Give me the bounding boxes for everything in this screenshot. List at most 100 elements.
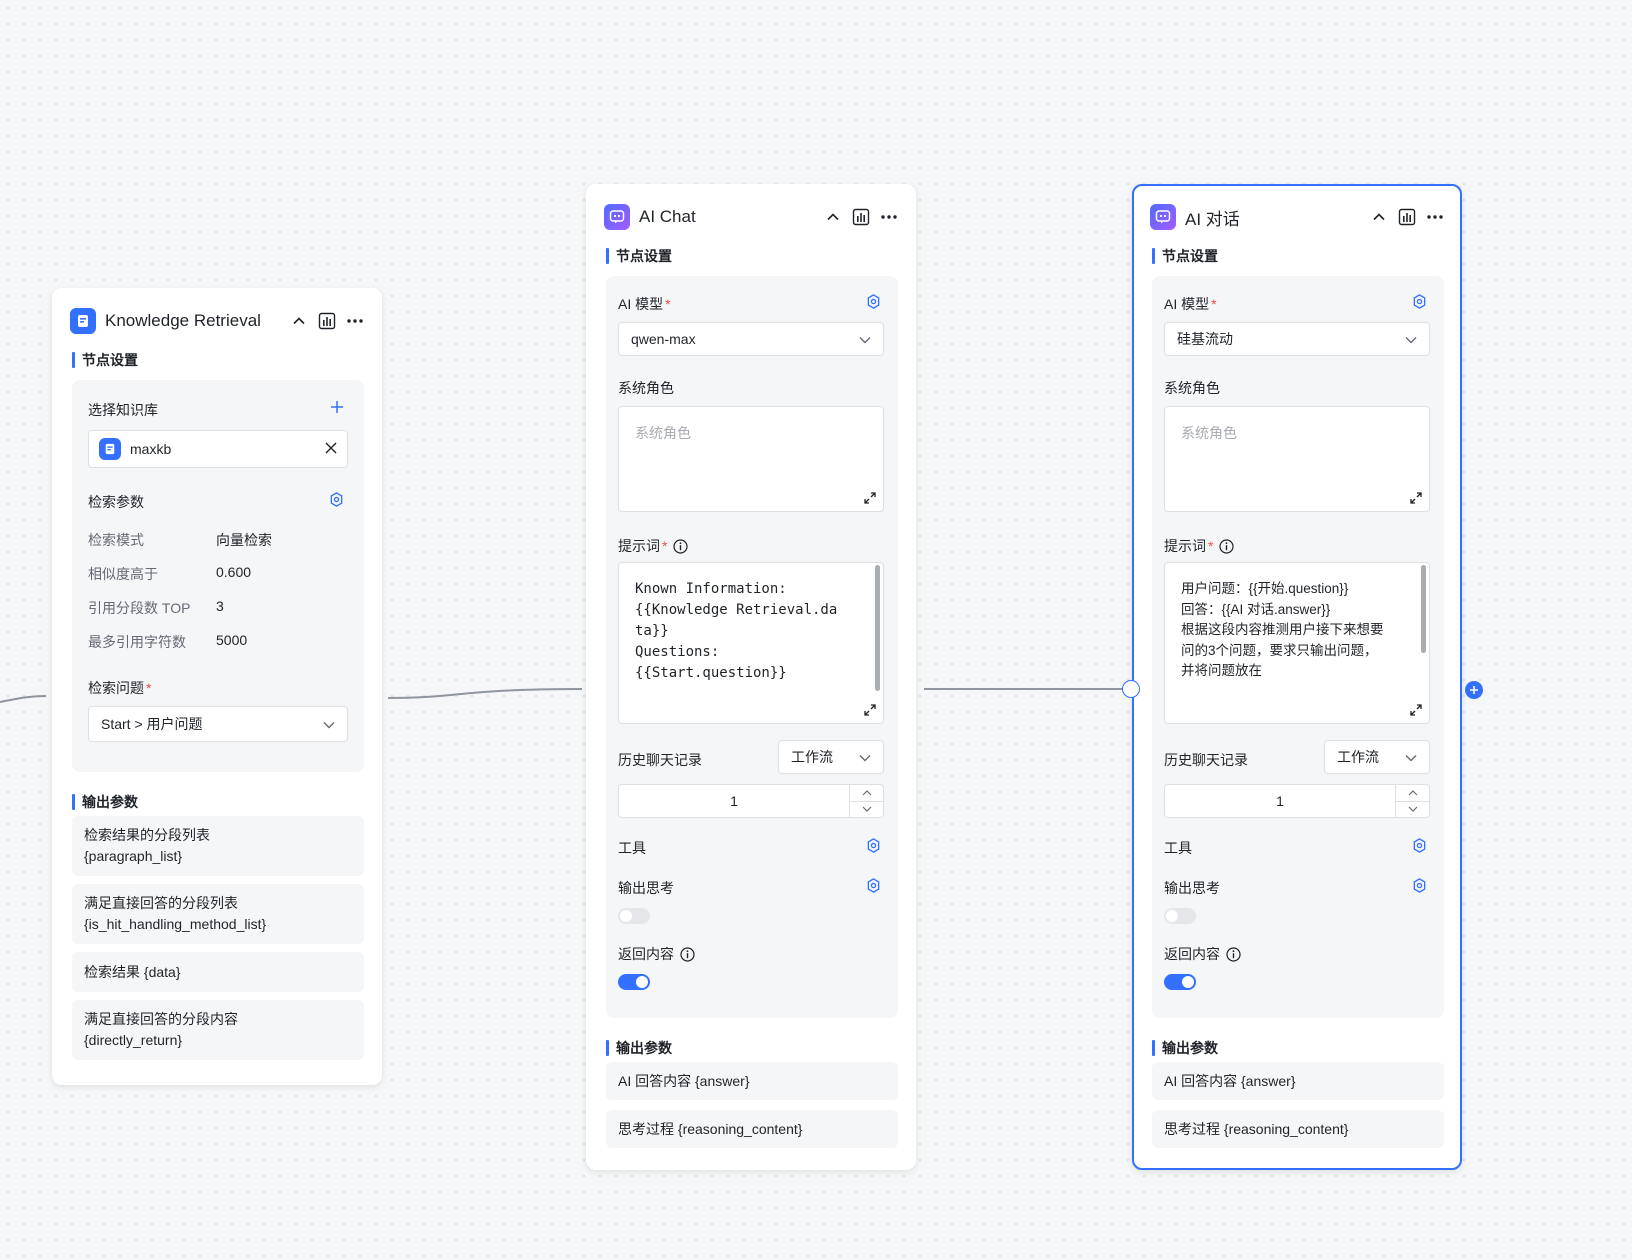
output-item: AI 回答内容 {answer}: [606, 1062, 898, 1100]
node-title: AI 对话: [1185, 209, 1240, 229]
node-header: AI Chat: [604, 202, 898, 232]
tools-settings-gear-icon[interactable]: [1412, 838, 1427, 858]
edge-kr-to-ai-chat[interactable]: [387, 688, 583, 699]
ai-model-value: qwen-max: [631, 331, 696, 347]
ai-dialog-node[interactable]: AI 对话 节点设置 AI 模型 * 硅基流动 系统角色 系统角色 提示词 * 用户…: [1132, 184, 1462, 1170]
ai-model-select[interactable]: qwen-max: [618, 322, 884, 356]
prompt-label: 提示词 *: [1164, 536, 1235, 556]
history-count-stepper[interactable]: 1: [1164, 784, 1430, 818]
more-options-icon[interactable]: [880, 208, 898, 226]
node-settings-title: 节点设置: [1152, 248, 1218, 264]
expand-icon[interactable]: [1409, 703, 1423, 717]
output-params-title: 输出参数: [1152, 1040, 1218, 1056]
edge-start-to-kr: [0, 695, 47, 703]
info-icon[interactable]: [1226, 946, 1241, 962]
expand-icon[interactable]: [863, 703, 877, 717]
tools-label: 工具: [1164, 840, 1192, 856]
output-item: 满足直接回答的分段列表 {is_hit_handling_method_list}: [72, 884, 364, 944]
return-content-toggle[interactable]: [1164, 974, 1196, 990]
settings-gear-icon[interactable]: [329, 492, 344, 512]
node-settings-panel: AI 模型 * qwen-max 系统角色 系统角色 提示词 * Known Inf…: [606, 276, 898, 1018]
return-content-toggle[interactable]: [618, 974, 650, 990]
knowledge-base-name: maxkb: [130, 441, 172, 457]
ai-model-label: AI 模型 *: [618, 296, 671, 312]
history-mode-select[interactable]: 工作流: [778, 740, 884, 774]
ai-chat-icon: [604, 204, 630, 230]
execution-details-icon[interactable]: [1398, 208, 1416, 226]
history-count-stepper[interactable]: 1: [618, 784, 884, 818]
history-label: 历史聊天记录: [1164, 752, 1248, 768]
reasoning-toggle[interactable]: [618, 908, 650, 924]
node-settings-panel: 选择知识库 maxkb 检索参数 检索模式 向量检索 相似度高于 0.600 引用分…: [72, 380, 364, 772]
reasoning-toggle[interactable]: [1164, 908, 1196, 924]
model-settings-gear-icon[interactable]: [1412, 294, 1427, 314]
system-role-input[interactable]: 系统角色: [618, 406, 884, 512]
system-role-label: 系统角色: [1164, 380, 1220, 396]
reasoning-label: 输出思考: [618, 880, 674, 896]
info-icon[interactable]: [673, 538, 689, 554]
execution-details-icon[interactable]: [318, 312, 336, 330]
output-item: AI 回答内容 {answer}: [1152, 1062, 1444, 1100]
expand-icon[interactable]: [863, 491, 877, 505]
prompt-label: 提示词 *: [618, 536, 689, 556]
node-settings-panel: AI 模型 * 硅基流动 系统角色 系统角色 提示词 * 用户问题：{{开始.que…: [1152, 276, 1444, 1018]
param-row-mode: 检索模式 向量检索: [88, 532, 272, 548]
add-plus-icon[interactable]: [330, 400, 344, 419]
node-title: Knowledge Retrieval: [105, 311, 261, 330]
output-params-title: 输出参数: [606, 1040, 672, 1056]
more-options-icon[interactable]: [346, 312, 364, 330]
prompt-input[interactable]: 用户问题：{{开始.question}} 回答：{{AI 对话.answer}}…: [1164, 562, 1430, 724]
node-header: Knowledge Retrieval: [70, 306, 364, 336]
node-title: AI Chat: [639, 207, 696, 226]
increment-chevron-up-icon[interactable]: [1396, 785, 1429, 801]
system-role-input[interactable]: 系统角色: [1164, 406, 1430, 512]
system-role-placeholder: 系统角色: [1181, 425, 1237, 441]
decrement-chevron-down-icon[interactable]: [850, 800, 883, 818]
scrollbar-thumb[interactable]: [1421, 565, 1426, 653]
info-icon[interactable]: [680, 946, 695, 962]
tools-settings-gear-icon[interactable]: [866, 838, 881, 858]
history-label: 历史聊天记录: [618, 752, 702, 768]
execution-details-icon[interactable]: [852, 208, 870, 226]
model-settings-gear-icon[interactable]: [866, 294, 881, 314]
reasoning-settings-gear-icon[interactable]: [866, 878, 881, 898]
remove-close-icon[interactable]: [325, 441, 337, 457]
prompt-text: 用户问题：{{开始.question}} 回答：{{AI 对话.answer}}…: [1181, 581, 1384, 678]
ai-model-value: 硅基流动: [1177, 331, 1233, 347]
search-question-select[interactable]: Start > 用户问题: [88, 706, 348, 742]
node-settings-title: 节点设置: [72, 352, 138, 368]
increment-chevron-up-icon[interactable]: [850, 785, 883, 801]
info-icon[interactable]: [1219, 538, 1235, 554]
prompt-input[interactable]: Known Information: {{Knowledge Retrieval…: [618, 562, 884, 724]
input-port[interactable]: [1122, 680, 1140, 698]
knowledge-retrieval-node[interactable]: Knowledge Retrieval 节点设置 选择知识库 maxkb 检索参…: [52, 288, 382, 1085]
add-next-node-plus-icon[interactable]: [1465, 681, 1483, 699]
node-header: AI 对话: [1150, 202, 1444, 232]
collapse-chevron-up-icon[interactable]: [1370, 208, 1388, 226]
param-row-max-chars: 最多引用字符数 5000: [88, 632, 248, 650]
decrement-chevron-down-icon[interactable]: [1396, 800, 1429, 818]
return-content-label: 返回内容: [1164, 944, 1241, 964]
more-options-icon[interactable]: [1426, 208, 1444, 226]
search-question-value: Start > 用户问题: [101, 716, 203, 732]
history-count-value: 1: [730, 793, 738, 809]
knowledge-base-tag[interactable]: maxkb: [88, 430, 348, 468]
chevron-down-icon: [323, 716, 335, 732]
param-row-top: 引用分段数 TOP 3: [88, 598, 224, 616]
ai-model-select[interactable]: 硅基流动: [1164, 322, 1430, 356]
select-knowledge-base-label: 选择知识库: [88, 402, 158, 418]
ai-model-label: AI 模型 *: [1164, 296, 1217, 312]
chevron-down-icon: [859, 749, 871, 765]
search-question-label: 检索问题 *: [88, 680, 152, 696]
reasoning-settings-gear-icon[interactable]: [1412, 878, 1427, 898]
collapse-chevron-up-icon[interactable]: [290, 312, 308, 330]
history-mode-select[interactable]: 工作流: [1324, 740, 1430, 774]
collapse-chevron-up-icon[interactable]: [824, 208, 842, 226]
ai-chat-node[interactable]: AI Chat 节点设置 AI 模型 * qwen-max 系统角色 系统角色 提…: [586, 184, 916, 1170]
scrollbar-thumb[interactable]: [875, 565, 880, 691]
history-mode-value: 工作流: [1337, 749, 1379, 765]
history-mode-value: 工作流: [791, 749, 833, 765]
output-item: 满足直接回答的分段内容 {directly_return}: [72, 1000, 364, 1060]
expand-icon[interactable]: [1409, 491, 1423, 505]
reasoning-label: 输出思考: [1164, 880, 1220, 896]
